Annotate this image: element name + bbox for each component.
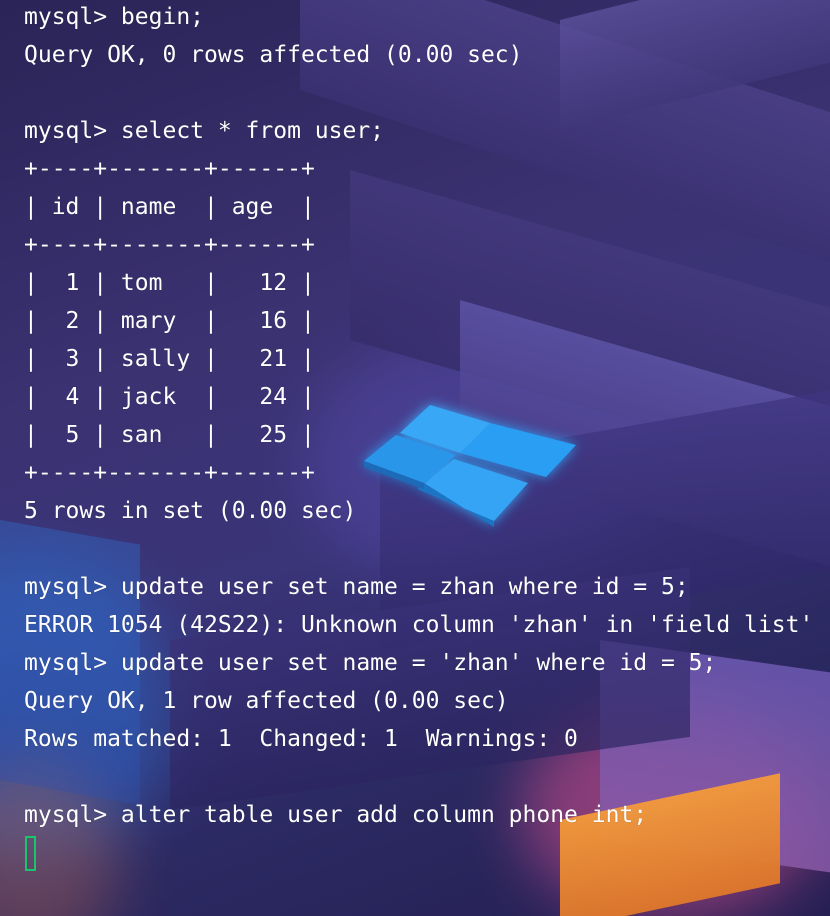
terminal-line: 5 rows in set (0.00 sec)	[24, 498, 357, 524]
terminal-line: mysql> update user set name = zhan where…	[24, 574, 689, 600]
terminal-line: Query OK, 1 row affected (0.00 sec)	[24, 688, 509, 714]
terminal-cursor[interactable]	[25, 836, 36, 871]
terminal-line: | 2 | mary | 16 |	[24, 308, 315, 334]
terminal-line: +----+-------+------+	[24, 460, 315, 486]
terminal-line: | id | name | age |	[24, 194, 315, 220]
terminal-line: mysql> update user set name = 'zhan' whe…	[24, 650, 717, 676]
terminal-line: mysql> alter table user add column phone…	[24, 802, 648, 828]
terminal-line: mysql> begin;	[24, 4, 205, 30]
terminal-line: | 4 | jack | 24 |	[24, 384, 315, 410]
terminal-line: | 5 | san | 25 |	[24, 422, 315, 448]
terminal-window[interactable]: mysql> begin; Query OK, 0 rows affected …	[0, 0, 830, 916]
terminal-line: Query OK, 0 rows affected (0.00 sec)	[24, 42, 523, 68]
terminal-line: | 1 | tom | 12 |	[24, 270, 315, 296]
terminal-line: Rows matched: 1 Changed: 1 Warnings: 0	[24, 726, 578, 752]
terminal-line: mysql> select * from user;	[24, 118, 385, 144]
terminal-line: ERROR 1054 (42S22): Unknown column 'zhan…	[24, 612, 814, 638]
terminal-line: +----+-------+------+	[24, 156, 315, 182]
terminal-line: +----+-------+------+	[24, 232, 315, 258]
terminal-line: | 3 | sally | 21 |	[24, 346, 315, 372]
